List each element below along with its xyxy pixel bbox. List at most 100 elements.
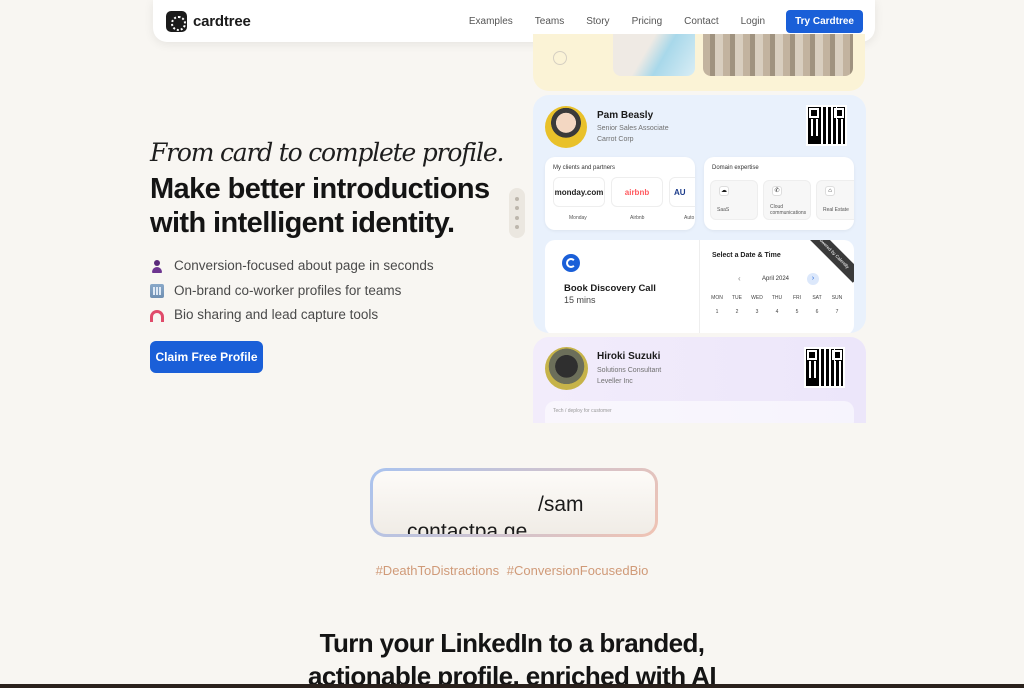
weekday-label: FRI — [792, 295, 802, 301]
client-caption: Auto — [684, 215, 695, 221]
domain-caption: Cloud communications — [770, 204, 807, 216]
client-logo-auto: AU — [669, 177, 695, 207]
url-display: /sam contactpa.ge — [373, 471, 655, 534]
booking-widget: Book Discovery Call 15 mins Select a Dat… — [545, 240, 854, 333]
domain-tile: ✆ Cloud communications — [763, 180, 811, 220]
weekday-label: TUE — [732, 295, 742, 301]
avatar — [545, 106, 587, 148]
feature-text: On-brand co-worker profiles for teams — [174, 283, 402, 298]
feature-item: Conversion-focused about page in seconds — [150, 258, 434, 273]
avatar — [545, 347, 588, 390]
domain-expertise-card: Domain expertise ☁ SaaS ✆ Cloud communic… — [704, 157, 854, 230]
hero-title: Make better introductions with intellige… — [150, 172, 490, 240]
calendar-day[interactable]: 7 — [827, 309, 847, 315]
calendar-day[interactable]: 2 — [727, 309, 747, 315]
domain-caption: SaaS — [717, 207, 730, 213]
feature-item: On-brand co-worker profiles for teams — [150, 283, 401, 298]
cloud-icon: ☁ — [719, 186, 729, 196]
section-label: Tech / deploy for customer — [553, 408, 612, 414]
profile-role: Senior Sales Associate — [597, 125, 669, 132]
pager-dot[interactable] — [515, 224, 519, 229]
divider — [699, 240, 700, 333]
chevron-left-icon[interactable]: ‹ — [738, 274, 741, 283]
person-icon — [150, 259, 164, 273]
day-row: 1 2 3 4 5 6 7 — [707, 309, 847, 315]
hero-title-line-2: with intelligent identity. — [150, 207, 455, 239]
profile-card-pam: Pam Beasly Senior Sales Associate Carrot… — [533, 95, 866, 333]
booking-title: Book Discovery Call — [564, 283, 656, 294]
calendly-icon — [562, 254, 580, 272]
profile-role: Solutions Consultant — [597, 367, 662, 374]
domain-title: Domain expertise — [712, 165, 759, 171]
nav-link-contact[interactable]: Contact — [684, 16, 718, 27]
feature-item: Bio sharing and lead capture tools — [150, 307, 378, 322]
nav-link-pricing[interactable]: Pricing — [632, 16, 663, 27]
profile-card-partial — [533, 34, 865, 91]
booking-duration: 15 mins — [564, 295, 596, 305]
hashtag: #ConversionFocusedBio — [506, 563, 649, 578]
profile-section: Tech / deploy for customer — [545, 401, 854, 423]
card-image — [613, 34, 695, 76]
try-cardtree-button[interactable]: Try Cardtree — [786, 9, 863, 33]
client-caption: Monday — [569, 215, 587, 221]
domain-tile: ⌂ Real Estate — [816, 180, 854, 220]
cardtree-logo-icon — [166, 10, 187, 32]
claim-free-profile-button[interactable]: Claim Free Profile — [150, 341, 263, 373]
calendar-day[interactable]: 1 — [707, 309, 727, 315]
domain-caption: Real Estate — [823, 207, 849, 213]
feature-text: Conversion-focused about page in seconds — [174, 258, 434, 273]
hero-title-line-1: Make better introductions — [150, 173, 490, 205]
pager-dot[interactable] — [515, 197, 519, 202]
brand-logo[interactable]: cardtree — [166, 10, 251, 32]
calendar-day[interactable]: 5 — [787, 309, 807, 315]
calendar-day[interactable]: 3 — [747, 309, 767, 315]
weekday-row: MON TUE WED THU FRI SAT SUN — [707, 295, 847, 301]
brand-name: cardtree — [193, 12, 251, 30]
profile-name: Hiroki Suzuki — [597, 351, 661, 362]
office-building-icon — [150, 283, 164, 298]
profile-company: Carrot Corp — [597, 136, 634, 143]
weekday-label: SUN — [831, 295, 843, 301]
clients-card: My clients and partners monday.com airbn… — [545, 157, 695, 230]
phone-icon: ✆ — [772, 186, 782, 196]
calendar-day[interactable]: 6 — [807, 309, 827, 315]
carousel-pager[interactable] — [509, 188, 525, 238]
hero-tagline: From card to complete profile. — [150, 138, 504, 167]
home-icon: ⌂ — [825, 186, 835, 196]
card-image — [703, 34, 853, 76]
qr-code-icon — [806, 105, 847, 146]
hashtags: #DeathToDistractions #ConversionFocusedB… — [0, 563, 1024, 578]
weekday-label: SAT — [812, 295, 822, 301]
footer-edge — [0, 684, 1024, 688]
qr-code-icon — [804, 347, 845, 388]
profile-card-hiroki: Hiroki Suzuki Solutions Consultant Level… — [533, 337, 866, 423]
weekday-label: THU — [771, 295, 783, 301]
domain-tile: ☁ SaaS — [710, 180, 758, 220]
pager-dot[interactable] — [515, 206, 519, 211]
url-domain: contactpa.ge — [407, 520, 528, 534]
clients-title: My clients and partners — [553, 165, 616, 171]
nav-link-teams[interactable]: Teams — [535, 16, 564, 27]
section-heading: Turn your LinkedIn to a branded, actiona… — [0, 627, 1024, 688]
pager-dot[interactable] — [515, 215, 519, 220]
weekday-label: WED — [751, 295, 763, 301]
nav-links: Examples Teams Story Pricing Contact Log… — [469, 9, 863, 33]
feature-text: Bio sharing and lead capture tools — [174, 307, 379, 322]
calendar-month: April 2024 — [762, 276, 790, 282]
chevron-right-icon[interactable]: › — [807, 273, 819, 285]
profile-company: Leveller Inc — [597, 378, 633, 385]
calendar-day[interactable]: 4 — [767, 309, 787, 315]
nav-link-login[interactable]: Login — [741, 16, 765, 27]
url-path: /sam — [538, 493, 584, 516]
nav-link-examples[interactable]: Examples — [469, 16, 513, 27]
nav-link-story[interactable]: Story — [586, 16, 609, 27]
client-caption: Airbnb — [630, 215, 645, 221]
profile-name: Pam Beasly — [597, 110, 654, 121]
profile-url-preview: /sam contactpa.ge — [370, 468, 658, 537]
client-logo-airbnb: airbnb — [611, 177, 663, 207]
client-logo-monday: monday.com — [553, 177, 605, 207]
info-icon — [553, 51, 567, 65]
weekday-label: MON — [711, 295, 723, 301]
magnet-icon — [150, 309, 164, 322]
section-heading-line-1: Turn your LinkedIn to a branded, — [319, 628, 705, 658]
